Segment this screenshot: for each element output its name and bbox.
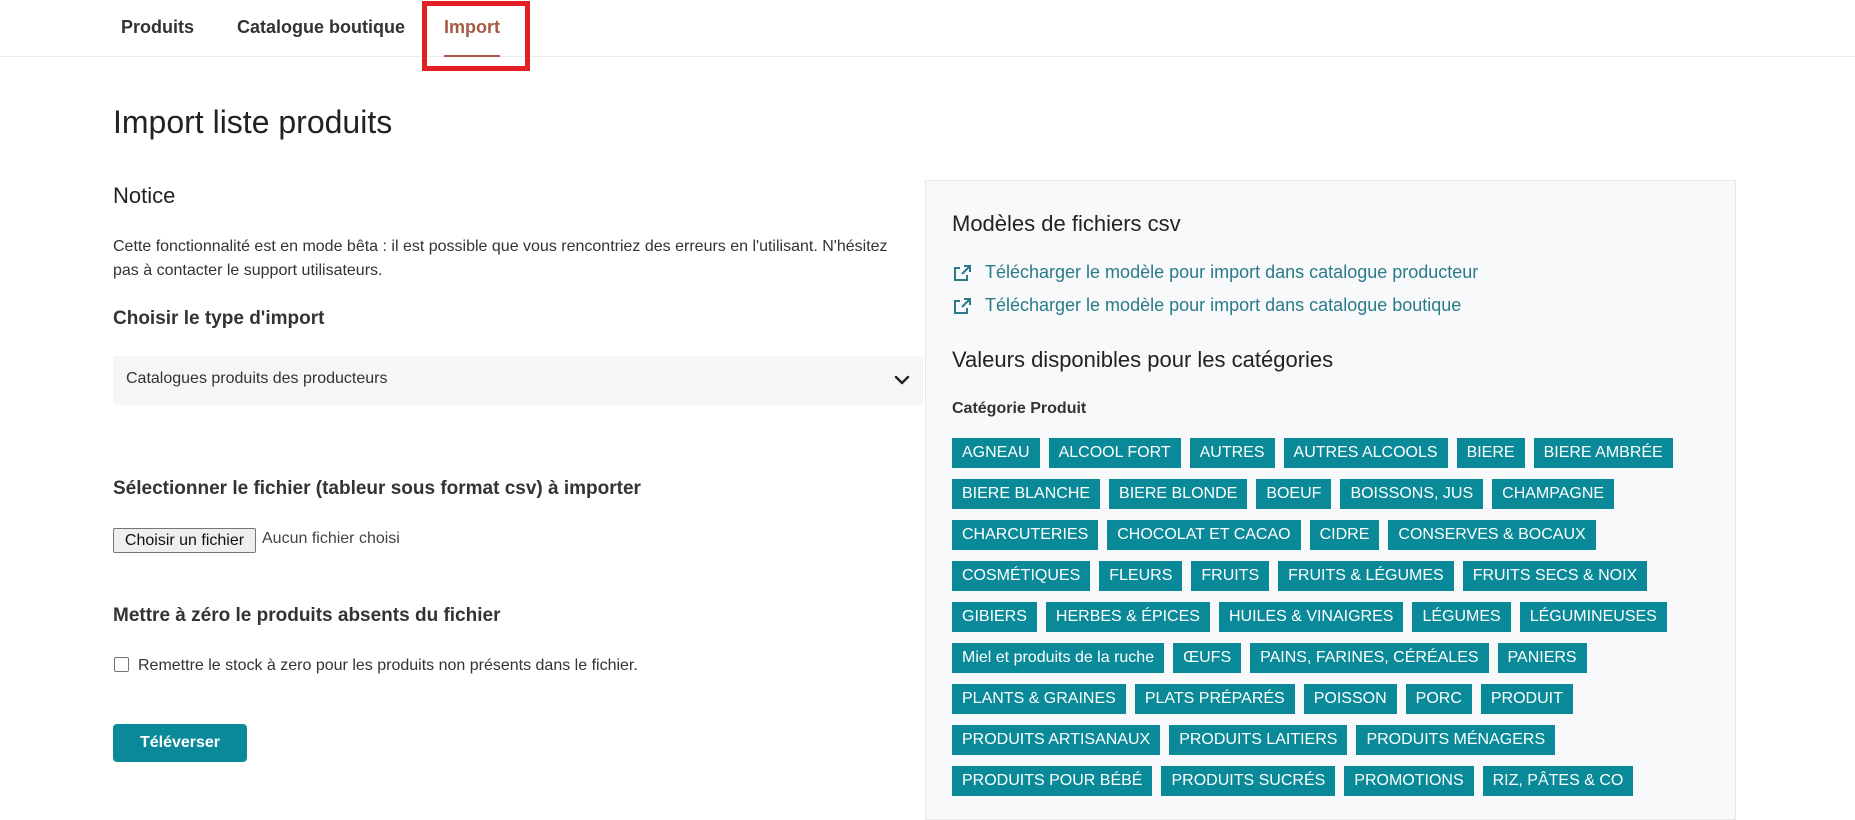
category-tag: COSMÉTIQUES: [952, 561, 1091, 591]
category-tag: CHAMPAGNE: [1492, 479, 1615, 509]
top-navigation: Produits Catalogue boutique Import: [0, 0, 1855, 57]
category-tag: BOEUF: [1256, 479, 1332, 509]
reset-stock-checkbox[interactable]: [114, 657, 129, 672]
choose-file-button[interactable]: Choisir un fichier: [113, 528, 256, 553]
csv-models-panel: Modèles de fichiers csv Télécharger le m…: [925, 180, 1736, 820]
category-tag: PRODUITS MÉNAGERS: [1356, 725, 1556, 755]
category-tag: BIERE AMBRÉE: [1533, 438, 1673, 468]
category-tag: AGNEAU: [952, 438, 1040, 468]
category-tag: PRODUITS LAITIERS: [1169, 725, 1348, 755]
category-tag: HERBES & ÉPICES: [1045, 602, 1210, 632]
category-tag-row: COSMÉTIQUES FLEURS FRUITS FRUITS & LÉGUMES F…: [952, 561, 1722, 591]
category-tag: BOISSONS, JUS: [1340, 479, 1484, 509]
category-tag: PORC: [1405, 684, 1472, 714]
reset-stock-label: Remettre le stock à zero pour les produi…: [138, 657, 638, 674]
category-tag: FLEURS: [1099, 561, 1183, 591]
reset-heading: Mettre à zéro le produits absents du fic…: [113, 605, 501, 626]
category-tag: LÉGUMINEUSES: [1519, 602, 1667, 632]
category-tag: ALCOOL FORT: [1048, 438, 1181, 468]
category-tag: PRODUITS ARTISANAUX: [952, 725, 1161, 755]
models-heading: Modèles de fichiers csv: [952, 211, 1181, 236]
tab-catalogue-boutique[interactable]: Catalogue boutique: [237, 17, 405, 38]
category-tag-row: CHARCUTERIES CHOCOLAT ET CACAO CIDRE CONSER…: [952, 520, 1722, 550]
category-tag: ŒUFS: [1173, 643, 1242, 673]
category-tag: CHARCUTERIES: [952, 520, 1099, 550]
category-tag: PANIERS: [1497, 643, 1587, 673]
file-status: Aucun fichier choisi: [262, 530, 400, 547]
category-tag: HUILES & VINAIGRES: [1218, 602, 1404, 632]
category-tag: FRUITS & LÉGUMES: [1278, 561, 1454, 591]
category-tag: BIERE BLONDE: [1109, 479, 1248, 509]
category-tag: PRODUIT: [1480, 684, 1573, 714]
import-type-value: Catalogues produits des producteurs: [126, 370, 388, 387]
tab-produits[interactable]: Produits: [121, 17, 194, 38]
category-tag: PAINS, FARINES, CÉRÉALES: [1250, 643, 1489, 673]
category-tag-row: PLANTS & GRAINES PLATS PRÉPARÉS POISSON POR…: [952, 684, 1722, 714]
category-tag: PLANTS & GRAINES: [952, 684, 1126, 714]
category-tag-row: PRODUITS ARTISANAUX PRODUITS LAITIERS PROD…: [952, 725, 1722, 755]
categories-heading: Valeurs disponibles pour les catégories: [952, 347, 1334, 372]
category-tag: CIDRE: [1309, 520, 1380, 550]
category-tag-row: GIBIERS HERBES & ÉPICES HUILES & VINAIGRES…: [952, 602, 1722, 632]
category-tag: CHOCOLAT ET CACAO: [1107, 520, 1301, 550]
category-tag: Miel et produits de la ruche: [952, 643, 1165, 673]
category-tag: LÉGUMES: [1412, 602, 1511, 632]
category-tag: FRUITS SECS & NOIX: [1462, 561, 1648, 591]
page-title: Import liste produits: [113, 104, 393, 140]
import-type-select[interactable]: Catalogues produits des producteurs: [113, 356, 923, 405]
category-tag: BIERE BLANCHE: [952, 479, 1101, 509]
download-producer-template-label: Télécharger le modèle pour import dans c…: [985, 262, 1479, 282]
download-shop-template-label: Télécharger le modèle pour import dans c…: [985, 295, 1462, 315]
category-tag-row: Miel et produits de la ruche ŒUFS PAINS, F…: [952, 643, 1722, 673]
upload-button[interactable]: Téléverser: [113, 724, 247, 762]
highlight-annotation: [422, 1, 530, 71]
category-tags: AGNEAU ALCOOL FORT AUTRES AUTRES ALCOOLS BIE…: [952, 438, 1722, 807]
category-tag: CONSERVES & BOCAUX: [1388, 520, 1596, 550]
category-label: Catégorie Produit: [952, 400, 1087, 417]
category-tag: RIZ, PÂTES & CO: [1482, 766, 1634, 796]
category-tag: AUTRES ALCOOLS: [1283, 438, 1448, 468]
notice-text: Cette fonctionnalité est en mode bêta : …: [113, 238, 888, 279]
notice-heading: Notice: [113, 183, 176, 208]
category-tag: AUTRES: [1189, 438, 1275, 468]
category-tag-row: BIERE BLANCHE BIERE BLONDE BOEUF BOISSONS, …: [952, 479, 1722, 509]
category-tag: PLATS PRÉPARÉS: [1134, 684, 1295, 714]
file-heading: Sélectionner le fichier (tableur sous fo…: [113, 478, 641, 499]
chevron-down-icon: [894, 375, 910, 385]
category-tag-row: PRODUITS POUR BÉBÉ PRODUITS SUCRÉS PROMOTI…: [952, 766, 1722, 796]
external-link-icon: [954, 265, 971, 281]
category-tag: GIBIERS: [952, 602, 1037, 632]
category-tag: PROMOTIONS: [1344, 766, 1474, 796]
category-tag: POISSON: [1303, 684, 1397, 714]
category-tag: FRUITS: [1191, 561, 1270, 591]
external-link-icon: [954, 298, 971, 314]
import-type-heading: Choisir le type d'import: [113, 308, 325, 329]
category-tag-row: AGNEAU ALCOOL FORT AUTRES AUTRES ALCOOLS BIE…: [952, 438, 1722, 468]
category-tag: PRODUITS SUCRÉS: [1161, 766, 1336, 796]
category-tag: PRODUITS POUR BÉBÉ: [952, 766, 1153, 796]
category-tag: BIERE: [1456, 438, 1525, 468]
